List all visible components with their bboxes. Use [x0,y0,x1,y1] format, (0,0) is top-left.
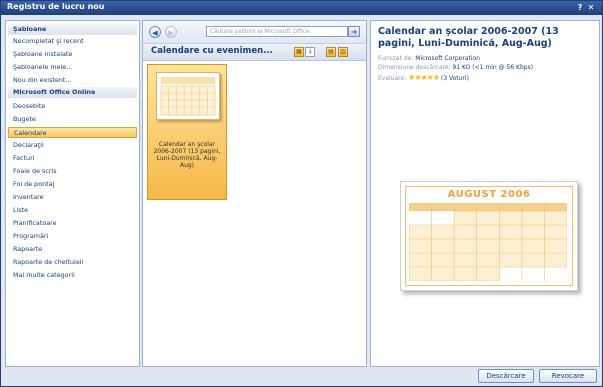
view-small-icon[interactable]: ▤ [326,47,336,57]
preview-calendar: AUGUST 2006 [405,186,573,286]
rating-votes: (3 Voturi) [440,75,469,82]
category-sidebar: Şabloane Necompletat şi recent Şabloane … [5,20,140,367]
provider-value: Microsoft Corporation [415,55,480,62]
window-title: Registru de lucru nou [7,2,105,11]
calendar-grid-icon [409,203,567,281]
star-rating-icon[interactable]: ★★★★★ [408,73,440,82]
sort-icon[interactable]: ↓ [305,47,315,57]
category-header: Calendare cu evenimen... ▦ ↓ ▤ ▥ [143,44,366,61]
dialog-window: Registru de lucru nou ? ✕ Şabloane Necom… [0,0,603,387]
sidebar-item-reports[interactable]: Rapoarte [8,244,137,255]
provider-row: Furnizat de: Microsoft Corporation [378,55,480,62]
forward-arrow-icon[interactable]: ▶ [165,26,177,38]
search-toolbar: ◀ ▶ Căutare şabloni la Microsoft Office … [143,21,366,44]
sidebar-item-expense-reports[interactable]: Rapoarte de cheltuieli [8,257,137,268]
sidebar-item-calendars[interactable]: Calendare [8,127,137,138]
template-caption: Calendar an şcolar 2006-2007 (13 pagini,… [153,141,221,169]
size-row: Dimensiune descărcare: 91 KO (<1 min @ 5… [378,64,533,71]
template-list-pane: ◀ ▶ Căutare şabloni la Microsoft Office … [142,20,367,367]
sidebar-item-declarations[interactable]: Declaraţii [8,140,137,151]
sidebar-item-invoices[interactable]: Facturi [8,153,137,164]
sidebar-item-budgets[interactable]: Bugete [8,114,137,125]
sidebar-item-timesheets[interactable]: Foi de pontaj [8,179,137,190]
template-card[interactable]: Calendar an şcolar 2006-2007 (13 pagini,… [147,64,227,200]
sidebar-item-recent[interactable]: Necompletat şi recent [8,36,137,47]
sidebar-item-inventories[interactable]: Inventare [8,192,137,203]
rating-row: Evaluare: ★★★★★ (3 Voturi) [378,73,469,82]
rating-label: Evaluare: [378,75,407,82]
sidebar-item-lists[interactable]: Liste [8,205,137,216]
download-button[interactable]: Descărcare [478,369,534,383]
template-preview: AUGUST 2006 [400,181,578,291]
search-input[interactable]: Căutare şabloni la Microsoft Office [206,26,348,37]
close-icon[interactable]: ✕ [586,2,596,13]
sidebar-item-more-categories[interactable]: Mai multe categorii [8,270,137,281]
details-title: Calendar an şcolar 2006-2007 (13 pagini,… [378,26,559,49]
cancel-button[interactable]: Revocare [539,369,597,383]
sidebar-item-installed[interactable]: Şabloane instalate [8,49,137,60]
view-details-icon[interactable]: ▥ [338,47,348,57]
sidebar-item-from-existing[interactable]: Nou din existent... [8,75,137,86]
title-bar[interactable]: Registru de lucru nou ? ✕ [1,1,602,15]
category-title: Calendare cu evenimen... [151,46,273,56]
sidebar-item-schedules[interactable]: Programări [8,231,137,242]
sidebar-item-planners[interactable]: Planificatoare [8,218,137,229]
back-arrow-icon[interactable]: ◀ [149,26,161,38]
search-go-icon[interactable]: ➜ [348,26,360,37]
help-icon[interactable]: ? [575,2,585,13]
template-thumbnail-icon [156,72,220,120]
sidebar-header-office-online: Microsoft Office Online [8,87,137,98]
size-value: 91 KO (<1 min @ 56 Kbps) [452,64,534,71]
size-label: Dimensiune descărcare: [378,64,451,71]
preview-month-title: AUGUST 2006 [447,189,531,200]
view-large-icon[interactable]: ▦ [294,47,304,57]
template-details-pane: Calendar an şcolar 2006-2007 (13 pagini,… [370,20,600,367]
sidebar-item-featured[interactable]: Deosebite [8,101,137,112]
sidebar-header-sabloane: Şabloane [8,24,137,35]
provider-label: Furnizat de: [378,55,414,62]
sidebar-item-my-templates[interactable]: Şabloanele mele... [8,62,137,73]
sidebar-item-writing-paper[interactable]: Foaie de scris [8,166,137,177]
